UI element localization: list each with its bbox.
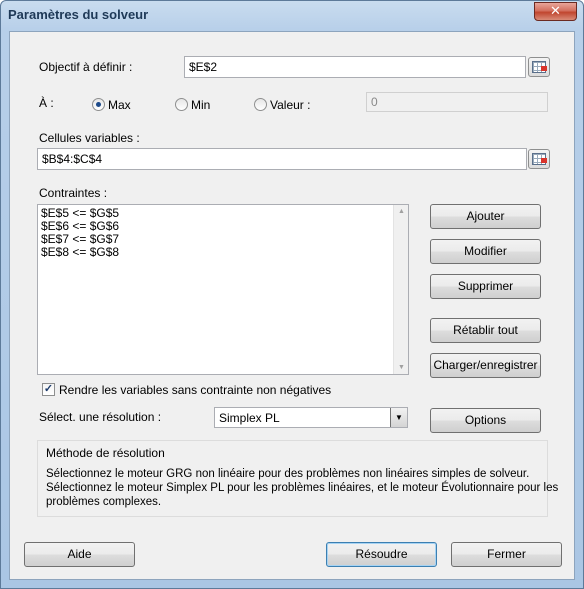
method-info-text: Sélectionnez le moteur GRG non linéaire … (46, 467, 559, 509)
scroll-down-icon[interactable]: ▼ (398, 364, 405, 371)
min-label[interactable]: Min (191, 98, 210, 112)
objective-range-button[interactable] (528, 57, 550, 77)
constraints-label: Contraintes : (39, 186, 108, 200)
value-input[interactable]: 0 (366, 92, 548, 112)
close-button[interactable]: Fermer (451, 542, 562, 567)
add-button[interactable]: Ajouter (430, 204, 541, 229)
dialog-body: Objectif à définir : $E$2 À : Max Min Va… (9, 31, 575, 580)
nonneg-label[interactable]: Rendre les variables sans contrainte non… (59, 383, 331, 397)
range-select-icon (532, 153, 547, 165)
method-info-line: problèmes complexes. (46, 496, 162, 508)
delete-button[interactable]: Supprimer (430, 274, 541, 299)
constraints-scrollbar[interactable]: ▲ ▼ (393, 205, 408, 374)
title-bar[interactable]: Paramètres du solveur ✕ (1, 1, 583, 31)
nonneg-checkbox[interactable]: ✓ (42, 383, 55, 396)
range-select-icon (532, 61, 547, 73)
change-button[interactable]: Modifier (430, 239, 541, 264)
constraint-item[interactable]: $E$8 <= $G$8 (38, 246, 408, 259)
load-save-button[interactable]: Charger/enregistrer (430, 353, 541, 378)
reset-all-button[interactable]: Rétablir tout (430, 318, 541, 343)
variables-input[interactable]: $B$4:$C$4 (37, 148, 527, 170)
method-info-group: Méthode de résolution Sélectionnez le mo… (37, 440, 559, 517)
close-icon: ✕ (550, 4, 561, 19)
method-select-value: Simplex PL (219, 411, 280, 425)
scroll-up-icon[interactable]: ▲ (398, 208, 405, 215)
to-label: À : (39, 96, 54, 110)
method-info-line: Sélectionnez le moteur Simplex PL pour l… (46, 482, 559, 494)
objective-input[interactable]: $E$2 (184, 56, 526, 78)
max-label[interactable]: Max (108, 98, 131, 112)
close-window-button[interactable]: ✕ (534, 2, 577, 21)
options-button[interactable]: Options (430, 408, 541, 433)
constraints-list[interactable]: $E$5 <= $G$5 $E$6 <= $G$6 $E$7 <= $G$7 $… (37, 204, 409, 375)
solver-dialog: Paramètres du solveur ✕ Objectif à défin… (0, 0, 584, 589)
variables-range-button[interactable] (528, 149, 550, 169)
objective-label: Objectif à définir : (39, 60, 133, 74)
value-radio[interactable] (254, 98, 267, 111)
value-label[interactable]: Valeur : (270, 98, 310, 112)
chevron-down-icon[interactable]: ▼ (390, 408, 407, 427)
min-radio[interactable] (175, 98, 188, 111)
method-label: Sélect. une résolution : (39, 410, 162, 424)
help-button[interactable]: Aide (24, 542, 135, 567)
method-info-title: Méthode de résolution (46, 446, 165, 460)
checkmark-icon: ✓ (43, 383, 54, 395)
window-title: Paramètres du solveur (8, 7, 149, 22)
method-select[interactable]: Simplex PL ▼ (214, 407, 408, 428)
variables-label: Cellules variables : (39, 131, 140, 145)
max-radio[interactable] (92, 98, 105, 111)
solve-button[interactable]: Résoudre (326, 542, 437, 567)
method-info-line: Sélectionnez le moteur GRG non linéaire … (46, 468, 530, 480)
